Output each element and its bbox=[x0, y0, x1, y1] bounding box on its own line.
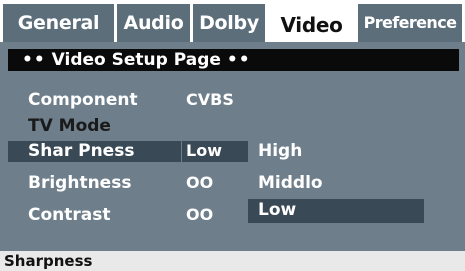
tab-preference[interactable]: Preference bbox=[358, 4, 462, 42]
tab-general[interactable]: General bbox=[3, 4, 114, 42]
tab-audio[interactable]: Audio bbox=[117, 4, 190, 42]
sharpness-value: Low bbox=[186, 141, 222, 160]
brightness-value: OO bbox=[186, 173, 214, 192]
title-dots-left: •• bbox=[22, 50, 46, 70]
contrast-label: Contrast bbox=[28, 205, 111, 225]
brightness-label: Brightness bbox=[28, 173, 132, 193]
status-bar: Sharpness bbox=[0, 251, 465, 271]
component-value: CVBS bbox=[186, 90, 234, 109]
option-low[interactable]: Low bbox=[248, 199, 424, 223]
component-label: Component bbox=[28, 90, 138, 110]
page-title-text: Video Setup Page bbox=[51, 50, 221, 70]
sharpness-label: Shar Pness bbox=[28, 141, 135, 161]
page-title: •• Video Setup Page •• bbox=[8, 49, 459, 71]
tab-video[interactable]: Video bbox=[268, 3, 355, 45]
tv-mode-label: TV Mode bbox=[28, 116, 111, 136]
title-dots-right: •• bbox=[226, 50, 251, 70]
option-high[interactable]: High bbox=[248, 138, 424, 164]
dvd-setup-screen: General Audio Dolby Video Preference •• … bbox=[0, 0, 465, 271]
tab-bar: General Audio Dolby Video Preference bbox=[0, 0, 465, 45]
option-middle[interactable]: Middlo bbox=[248, 170, 424, 196]
setting-row-sharpness[interactable]: Shar Pness Low bbox=[0, 138, 248, 164]
contrast-value: OO bbox=[186, 205, 214, 224]
video-setup-panel: •• Video Setup Page •• Component CVBS TV… bbox=[0, 42, 465, 271]
tab-dolby[interactable]: Dolby bbox=[193, 4, 265, 42]
